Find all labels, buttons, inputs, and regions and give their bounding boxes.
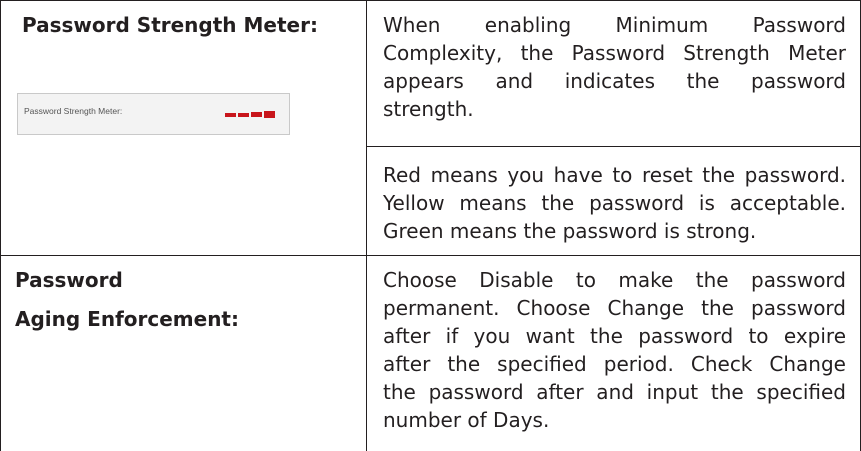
strength-segment-4 <box>264 111 275 118</box>
strength-segment-1 <box>225 113 236 117</box>
strength-segment-3 <box>251 112 262 117</box>
text-line: after the specified period. Check Change <box>383 352 846 376</box>
text-line: the password after and input the specifi… <box>383 380 846 404</box>
aging-enforcement-description: Choose Disable to make the password perm… <box>383 266 846 434</box>
settings-description-table: Password Strength Meter: Password Streng… <box>0 0 861 451</box>
text-line: number of Days. <box>383 408 550 432</box>
text-line: Green means the password is strong. <box>383 219 757 243</box>
left-border <box>0 0 1 451</box>
table-top-border <box>0 0 861 1</box>
inner-divider <box>366 146 861 147</box>
column-divider <box>366 0 367 451</box>
row-divider <box>0 255 861 256</box>
row-label-password: Password <box>15 268 123 292</box>
meter-label: Password Strength Meter: <box>24 106 123 116</box>
strength-segment-2 <box>238 113 249 117</box>
text-line: after if you want the password to expire <box>383 324 846 348</box>
strength-colors-description: Red means you have to reset the password… <box>383 161 846 245</box>
text-line: When enabling Minimum Password <box>383 13 846 37</box>
text-line: Yellow means the password is acceptable. <box>383 191 846 215</box>
strength-meter-description: When enabling Minimum Password Complexit… <box>383 11 846 123</box>
row-label-aging-enforcement: Aging Enforcement: <box>15 307 239 331</box>
text-line: Choose Disable to make the password <box>383 268 846 292</box>
row-label-password-strength-meter: Password Strength Meter: <box>22 13 318 37</box>
text-line: permanent. Choose Change the password <box>383 296 846 320</box>
text-line: appears and indicates the password <box>383 69 846 93</box>
text-line: Red means you have to reset the password… <box>383 163 846 187</box>
text-line: Complexity, the Password Strength Meter <box>383 41 846 65</box>
text-line: strength. <box>383 97 474 121</box>
password-strength-meter-screenshot: Password Strength Meter: <box>17 93 290 135</box>
